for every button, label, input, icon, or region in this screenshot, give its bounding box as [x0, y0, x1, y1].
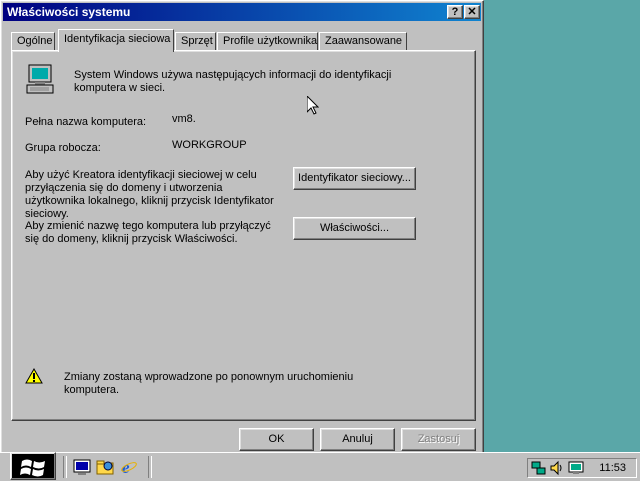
tab-general[interactable]: Ogólne [11, 32, 55, 50]
system-properties-window: Właściwości systemu ? ✕ Ogólne Identyfik… [0, 0, 484, 454]
system-tray: 11:53 [527, 458, 637, 478]
explorer-icon[interactable] [96, 458, 114, 479]
taskbar-separator-2 [148, 456, 152, 478]
window-title: Właściwości systemu [7, 5, 131, 19]
tab-panel: System Windows używa następujących infor… [11, 50, 476, 421]
tab-user-profiles[interactable]: Profile użytkownika [217, 32, 318, 50]
apply-button-label: Zastosuj [417, 433, 460, 445]
ok-button[interactable]: OK [239, 428, 314, 451]
properties-button[interactable]: Właściwości... [293, 217, 416, 240]
tab-hardware[interactable]: Sprzęt [175, 32, 216, 50]
help-button[interactable]: ? [447, 5, 463, 19]
taskbar: e 11:53 [0, 452, 640, 481]
network-id-button[interactable]: Identyfikator sieciowy... [293, 167, 416, 190]
title-bar[interactable]: Właściwości systemu ? ✕ [3, 3, 481, 21]
internet-explorer-icon[interactable]: e [120, 458, 138, 479]
full-name-value: vm8. [172, 113, 196, 125]
close-button[interactable]: ✕ [464, 5, 480, 19]
restart-warning-text: Zmiany zostaną wprowadzone po ponownym u… [64, 371, 354, 396]
show-desktop-icon[interactable] [73, 458, 91, 479]
cancel-button[interactable]: Anuluj [320, 428, 395, 451]
wizard-description: Aby użyć Kreatora identyfikacji sieciowe… [25, 169, 274, 220]
tab-network-identification[interactable]: Identyfikacja sieciowa [58, 29, 174, 52]
full-name-label: Pełna nazwa komputera: [25, 116, 147, 128]
start-button[interactable] [10, 452, 56, 480]
display-icon[interactable] [568, 460, 584, 479]
workgroup-value: WORKGROUP [172, 139, 247, 151]
intro-text: System Windows używa następujących infor… [74, 69, 392, 94]
rename-description: Aby zmienić nazwę tego komputera lub prz… [25, 220, 271, 245]
clock[interactable]: 11:53 [599, 462, 626, 474]
warning-icon [25, 367, 43, 387]
apply-button[interactable]: Zastosuj [401, 428, 476, 451]
computer-icon [25, 63, 57, 98]
workgroup-label: Grupa robocza: [25, 142, 101, 154]
network-icon[interactable] [531, 460, 547, 479]
volume-icon[interactable] [549, 460, 565, 479]
taskbar-separator [63, 456, 67, 478]
windows-logo-icon [20, 457, 48, 480]
tab-advanced[interactable]: Zaawansowane [319, 32, 407, 50]
mouse-pointer-icon [306, 94, 320, 118]
